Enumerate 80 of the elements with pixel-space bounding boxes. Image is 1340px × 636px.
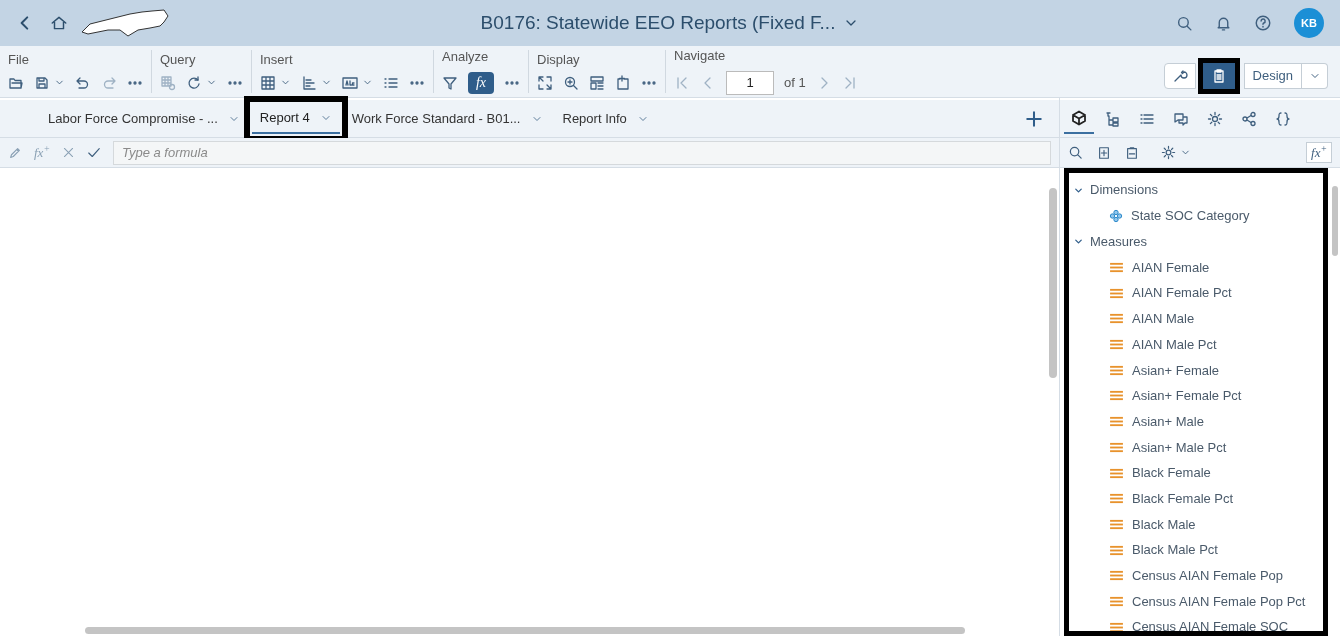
measure-icon [1109, 313, 1124, 325]
search-icon[interactable] [1176, 14, 1193, 32]
zoom-in-icon[interactable] [563, 74, 579, 91]
report-tab[interactable]: Labor Force Compromise - ... [40, 103, 248, 134]
group-label: File [8, 52, 30, 66]
comments-icon [1173, 110, 1189, 127]
save-icon[interactable] [34, 74, 50, 91]
group-label: Insert [260, 52, 294, 66]
report-tab[interactable]: Work Force Standard - B01... [343, 103, 551, 134]
report-tab[interactable]: Report Info [554, 103, 657, 134]
settings-button[interactable] [1163, 63, 1196, 89]
measure-icon [1109, 441, 1124, 453]
bar-chart-icon[interactable] [301, 74, 317, 91]
measure-icon [1109, 262, 1124, 274]
measure-icon [1109, 364, 1124, 376]
layout-icon[interactable] [589, 74, 605, 91]
tree-item[interactable]: Asian+ Male [1069, 408, 1323, 435]
settings-icon [1207, 110, 1223, 127]
tree-item[interactable]: AIAN Male Pct [1069, 331, 1323, 358]
home-icon[interactable] [50, 14, 68, 32]
search-icon[interactable] [1068, 145, 1083, 160]
share-icon [1241, 110, 1257, 127]
tree-item[interactable]: Asian+ Female [1069, 357, 1323, 384]
dimension-icon [1109, 208, 1123, 223]
tree-item[interactable]: Black Female Pct [1069, 485, 1323, 512]
formula-button[interactable]: fx [468, 71, 494, 94]
expand-icon[interactable] [537, 74, 553, 91]
formula-field[interactable]: Type a formula [113, 140, 1051, 165]
tree-item[interactable]: Black Male Pct [1069, 537, 1323, 563]
filter-icon[interactable] [442, 74, 458, 91]
tree-item[interactable]: State SOC Category [1069, 203, 1323, 229]
measure-icon [1109, 621, 1124, 631]
cube-icon [1071, 109, 1087, 126]
tree-item[interactable]: Black Female [1069, 460, 1323, 486]
mode-dropdown[interactable]: Design [1243, 63, 1302, 89]
refresh-icon[interactable] [186, 74, 202, 91]
group-label: Query [160, 52, 197, 66]
group-label: Analyze [442, 49, 490, 63]
tree-item[interactable]: Census AIAN Female Pop Pct [1069, 588, 1323, 615]
tree-group[interactable]: Dimensions [1069, 177, 1323, 203]
measure-icon [1109, 493, 1124, 505]
logo[interactable] [80, 8, 170, 38]
group-label: Navigate [674, 48, 727, 62]
help-icon[interactable] [1254, 14, 1272, 32]
settings-icon[interactable] [1161, 145, 1176, 160]
tree-item[interactable]: AIAN Male [1069, 306, 1323, 332]
measure-icon [1109, 339, 1124, 351]
measure-icon [1109, 390, 1124, 402]
measure-icon [1109, 518, 1124, 530]
measure-icon [1109, 467, 1124, 479]
tree-item[interactable]: Asian+ Male Pct [1069, 434, 1323, 461]
measure-icon [1109, 570, 1124, 582]
measure-icon [1109, 595, 1124, 607]
measure-icon [1109, 287, 1124, 299]
measure-icon [1109, 544, 1124, 556]
bell-icon[interactable] [1215, 14, 1232, 32]
tree-item[interactable]: AIAN Female Pct [1069, 280, 1323, 307]
remove-icon[interactable] [1125, 145, 1139, 160]
tree-item[interactable]: Census AIAN Female Pop [1069, 562, 1323, 589]
tree-group[interactable]: Measures [1069, 228, 1323, 255]
group-label: Display [537, 52, 581, 66]
report-tab[interactable]: Report 4 [251, 103, 340, 134]
tree-item[interactable]: Black Male [1069, 511, 1323, 538]
braces-icon [1275, 110, 1291, 127]
add-icon[interactable] [1097, 145, 1111, 160]
measure-icon [1109, 416, 1124, 428]
add-formula-button[interactable]: fx$^{+}$ [1306, 141, 1332, 164]
hierarchy-icon [1105, 110, 1121, 127]
tree-item[interactable]: Asian+ Female Pct [1069, 383, 1323, 409]
tree-item[interactable]: Census AIAN Female SOC [1069, 614, 1323, 631]
table-icon[interactable] [260, 74, 276, 91]
page-field[interactable]: 1 [726, 70, 774, 95]
text-box-icon[interactable] [342, 74, 358, 91]
tree-item[interactable]: AIAN Female [1069, 254, 1323, 281]
check-icon[interactable] [87, 145, 101, 160]
plus-icon[interactable] [1025, 109, 1043, 128]
page-count: of 1 [784, 73, 806, 92]
new-page-icon[interactable] [615, 74, 631, 91]
report-title: B0176: Statewide EEO Reports (Fixed F... [480, 10, 836, 35]
user-avatar[interactable]: KB [1294, 8, 1324, 38]
